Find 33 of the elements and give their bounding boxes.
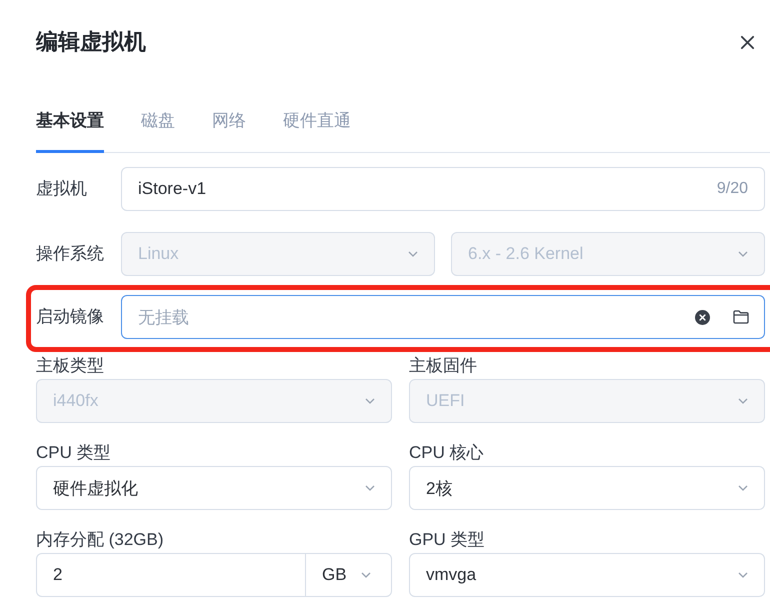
tab[interactable]: 网络 [212, 93, 246, 153]
dropdown[interactable]: vmvga [409, 553, 765, 597]
tab[interactable]: 硬件直通 [283, 93, 351, 153]
dropdown[interactable]: 2核 [409, 466, 765, 510]
field-label: 主板固件 [409, 355, 478, 377]
field-label: 虚拟机 [36, 178, 88, 200]
field-label: 主板类型 [36, 355, 105, 377]
folder-icon[interactable] [733, 310, 749, 324]
field-label: 内存分配 (32GB) [36, 529, 165, 551]
clear-icon[interactable] [695, 310, 710, 324]
chevron-down-icon [738, 398, 748, 404]
chevron-down-icon [738, 485, 748, 491]
field-label: CPU 核心 [409, 442, 485, 464]
chevron-down-icon [365, 398, 375, 404]
field-label: CPU 类型 [36, 442, 112, 464]
file-path-input[interactable]: 无挂载 [121, 295, 765, 339]
field-label: 启动镜像 [36, 306, 105, 328]
character-counter: 9/20 [716, 180, 748, 198]
unit-dropdown[interactable]: GB [305, 553, 392, 597]
chevron-down-icon [408, 251, 418, 257]
chevron-down-icon [365, 485, 375, 491]
field-label: 操作系统 [36, 243, 105, 265]
tab[interactable]: 磁盘 [141, 93, 175, 153]
chevron-down-icon [738, 251, 748, 257]
chevron-down-icon [361, 572, 371, 578]
chevron-down-icon [738, 572, 748, 578]
text-input[interactable]: iStore-v1 9/20 [121, 167, 765, 211]
dialog-title: 编辑虚拟机 [36, 28, 146, 56]
dropdown[interactable]: 硬件虚拟化 [36, 466, 392, 510]
number-input[interactable]: 2 [36, 553, 305, 597]
close-icon[interactable] [740, 34, 755, 50]
field-label: GPU 类型 [409, 529, 486, 551]
tab[interactable]: 基本设置 [36, 93, 104, 153]
